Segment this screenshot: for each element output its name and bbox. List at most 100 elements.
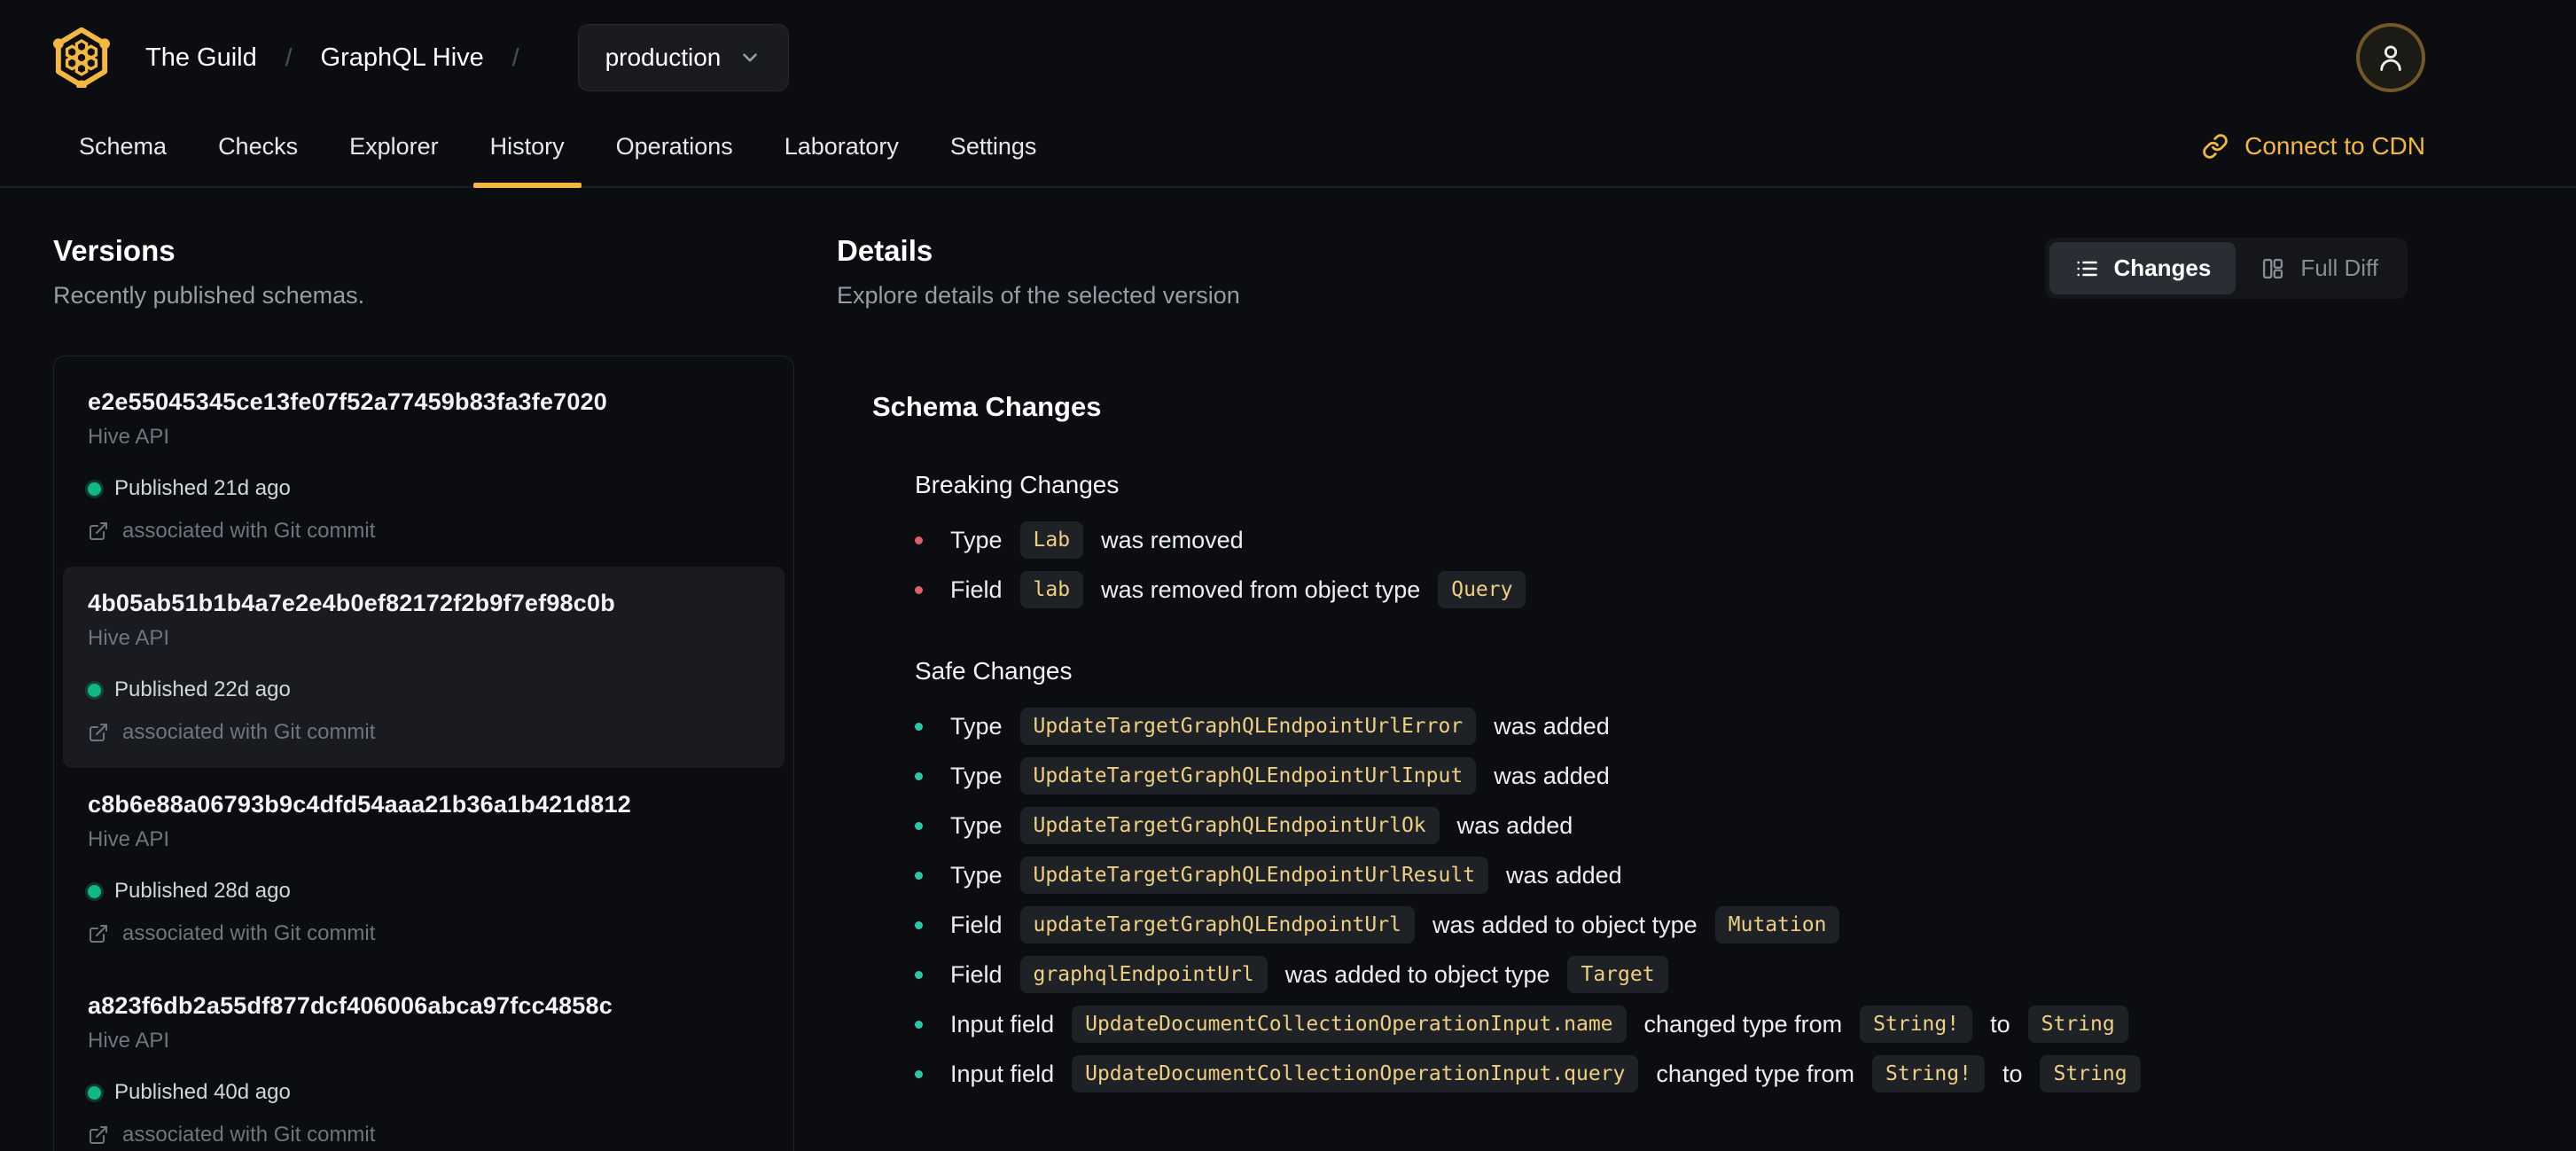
safe-bullet-dot xyxy=(915,771,923,780)
version-hash: a823f6db2a55df877dcf406006abca97fcc4858c xyxy=(88,992,613,1019)
change-text: Type xyxy=(950,712,1003,740)
change-text: Input field xyxy=(950,1060,1055,1087)
change-text: changed type from xyxy=(1656,1060,1855,1087)
target-select[interactable]: production xyxy=(577,24,790,91)
breadcrumb-org[interactable]: The Guild xyxy=(145,43,257,73)
schema-coordinate-badge: UpdateDocumentCollectionOperationInput.q… xyxy=(1072,1055,1639,1092)
git-commit-label: associated with Git commit xyxy=(122,720,376,744)
details-title: Details xyxy=(837,234,933,267)
published-status-dot xyxy=(88,683,101,697)
safe-bullet-dot xyxy=(915,1020,923,1029)
hive-logo-icon[interactable] xyxy=(53,27,110,88)
tab-operations[interactable]: Operations xyxy=(590,106,759,186)
published-time-label: Published 22d ago xyxy=(114,677,291,701)
full-diff-view-label: Full Diff xyxy=(2300,254,2378,281)
external-link-icon xyxy=(90,522,107,540)
change-text: changed type from xyxy=(1643,1010,1843,1037)
versions-subtitle: Recently published schemas. xyxy=(53,282,365,309)
external-link-icon xyxy=(90,925,107,943)
breadcrumb-project[interactable]: GraphQL Hive xyxy=(321,43,484,73)
breaking-changes-title: Breaking Changes xyxy=(915,471,1120,498)
breaking-bullet-dot xyxy=(915,536,923,544)
schema-coordinate-badge: UpdateTargetGraphQLEndpointUrlOk xyxy=(1019,807,1440,844)
git-commit-link[interactable]: associated with Git commit xyxy=(88,720,760,745)
schema-coordinate-badge: UpdateTargetGraphQLEndpointUrlResult xyxy=(1019,857,1489,894)
change-text: was added to object type xyxy=(1432,911,1698,938)
user-avatar[interactable] xyxy=(2356,23,2425,92)
tab-checks[interactable]: Checks xyxy=(192,106,324,186)
safe-bullet-dot xyxy=(915,821,923,830)
change-text: Type xyxy=(950,811,1003,839)
tab-laboratory[interactable]: Laboratory xyxy=(759,106,925,186)
safe-bullet-dot xyxy=(915,920,923,929)
change-item: Type UpdateTargetGraphQLEndpointUrlOk was … xyxy=(915,806,2408,845)
change-item: Field graphqlEndpointUrl was added to obje… xyxy=(915,955,2408,994)
target-nav: Schema Checks Explorer History Operations Lab… xyxy=(0,106,2576,188)
change-text: Type xyxy=(950,861,1003,889)
target-select-value: production xyxy=(605,43,722,71)
version-list-item[interactable]: c8b6e88a06793b9c4dfd54aaa21b36a1b421d812… xyxy=(63,768,785,969)
change-item: Input field UpdateDocumentCollectionOpera… xyxy=(915,1005,2408,1044)
split-panels-icon xyxy=(2263,258,2283,278)
breadcrumb-separator: / xyxy=(511,43,519,71)
changes-view-label: Changes xyxy=(2113,254,2212,281)
change-text: was added xyxy=(1494,712,1610,740)
connect-to-cdn-button[interactable]: Connect to CDN xyxy=(2202,132,2425,161)
safe-bullet-dot xyxy=(915,871,923,880)
schema-coordinate-badge: UpdateDocumentCollectionOperationInput.n… xyxy=(1072,1006,1627,1043)
git-commit-link[interactable]: associated with Git commit xyxy=(88,1123,760,1147)
change-text: Field xyxy=(950,960,1003,988)
schema-coordinate-badge: Lab xyxy=(1019,521,1084,559)
schema-coordinate-badge: updateTargetGraphQLEndpointUrl xyxy=(1019,906,1415,944)
external-link-icon xyxy=(90,724,107,741)
tab-settings[interactable]: Settings xyxy=(925,106,1063,186)
git-commit-link[interactable]: associated with Git commit xyxy=(88,519,760,544)
details-subtitle: Explore details of the selected version xyxy=(837,282,1240,309)
version-service-name: Hive API xyxy=(88,425,170,449)
git-commit-link[interactable]: associated with Git commit xyxy=(88,921,760,946)
change-item: Type UpdateTargetGraphQLEndpointUrlResult… xyxy=(915,856,2408,895)
safe-bullet-dot xyxy=(915,722,923,731)
published-status-dot xyxy=(88,1085,101,1100)
external-link-icon xyxy=(90,1126,107,1144)
change-text: was removed xyxy=(1101,526,1244,553)
schema-coordinate-badge: String! xyxy=(1860,1006,1973,1043)
version-hash: c8b6e88a06793b9c4dfd54aaa21b36a1b421d812 xyxy=(88,791,631,818)
version-list-item[interactable]: a823f6db2a55df877dcf406006abca97fcc4858c… xyxy=(63,969,785,1151)
full-diff-view-button[interactable]: Full Diff xyxy=(2236,242,2403,294)
change-text: Input field xyxy=(950,1010,1055,1037)
change-text: Field xyxy=(950,576,1003,603)
tab-history[interactable]: History xyxy=(464,106,590,188)
safe-bullet-dot xyxy=(915,1069,923,1078)
view-toggle: Changes Full Diff xyxy=(2044,238,2408,299)
published-time-label: Published 40d ago xyxy=(114,1080,291,1104)
version-service-name: Hive API xyxy=(88,827,170,851)
schema-coordinate-badge: UpdateTargetGraphQLEndpointUrlError xyxy=(1019,708,1477,745)
change-text: was added xyxy=(1456,811,1573,839)
change-text: was added xyxy=(1494,762,1610,789)
version-service-name: Hive API xyxy=(88,626,170,650)
change-text: to xyxy=(1990,1010,2010,1037)
breaking-bullet-dot xyxy=(915,585,923,594)
list-icon xyxy=(2076,261,2097,276)
change-text: Field xyxy=(950,911,1003,938)
version-list-item[interactable]: 4b05ab51b1b4a7e2e4b0ef82172f2b9f7ef98c0b… xyxy=(63,567,785,768)
changes-view-button[interactable]: Changes xyxy=(2049,242,2236,294)
schema-changes-title: Schema Changes xyxy=(872,391,1102,422)
change-text: Type xyxy=(950,526,1003,553)
version-service-name: Hive API xyxy=(88,1029,170,1053)
schema-changes-section: Schema Changes Breaking Changes Type Lab wa… xyxy=(872,391,2408,1093)
connect-to-cdn-label: Connect to CDN xyxy=(2244,132,2425,160)
version-list-item[interactable]: e2e55045345ce13fe07f52a77459b83fa3fe7020… xyxy=(63,365,785,567)
person-icon xyxy=(2380,45,2401,71)
change-item: Type Lab was removed xyxy=(915,521,2408,560)
breadcrumb-separator: / xyxy=(285,43,293,71)
schema-coordinate-badge: String xyxy=(2027,1006,2128,1043)
tab-explorer[interactable]: Explorer xyxy=(324,106,464,186)
tab-schema[interactable]: Schema xyxy=(53,106,192,186)
schema-coordinate-badge: Mutation xyxy=(1714,906,1840,944)
safe-changes-group: Safe Changes Type UpdateTargetGraphQLEndpo… xyxy=(915,657,2408,1093)
chevron-down-icon xyxy=(743,53,758,62)
link-icon xyxy=(2203,134,2228,159)
schema-coordinate-badge: graphqlEndpointUrl xyxy=(1019,956,1268,993)
